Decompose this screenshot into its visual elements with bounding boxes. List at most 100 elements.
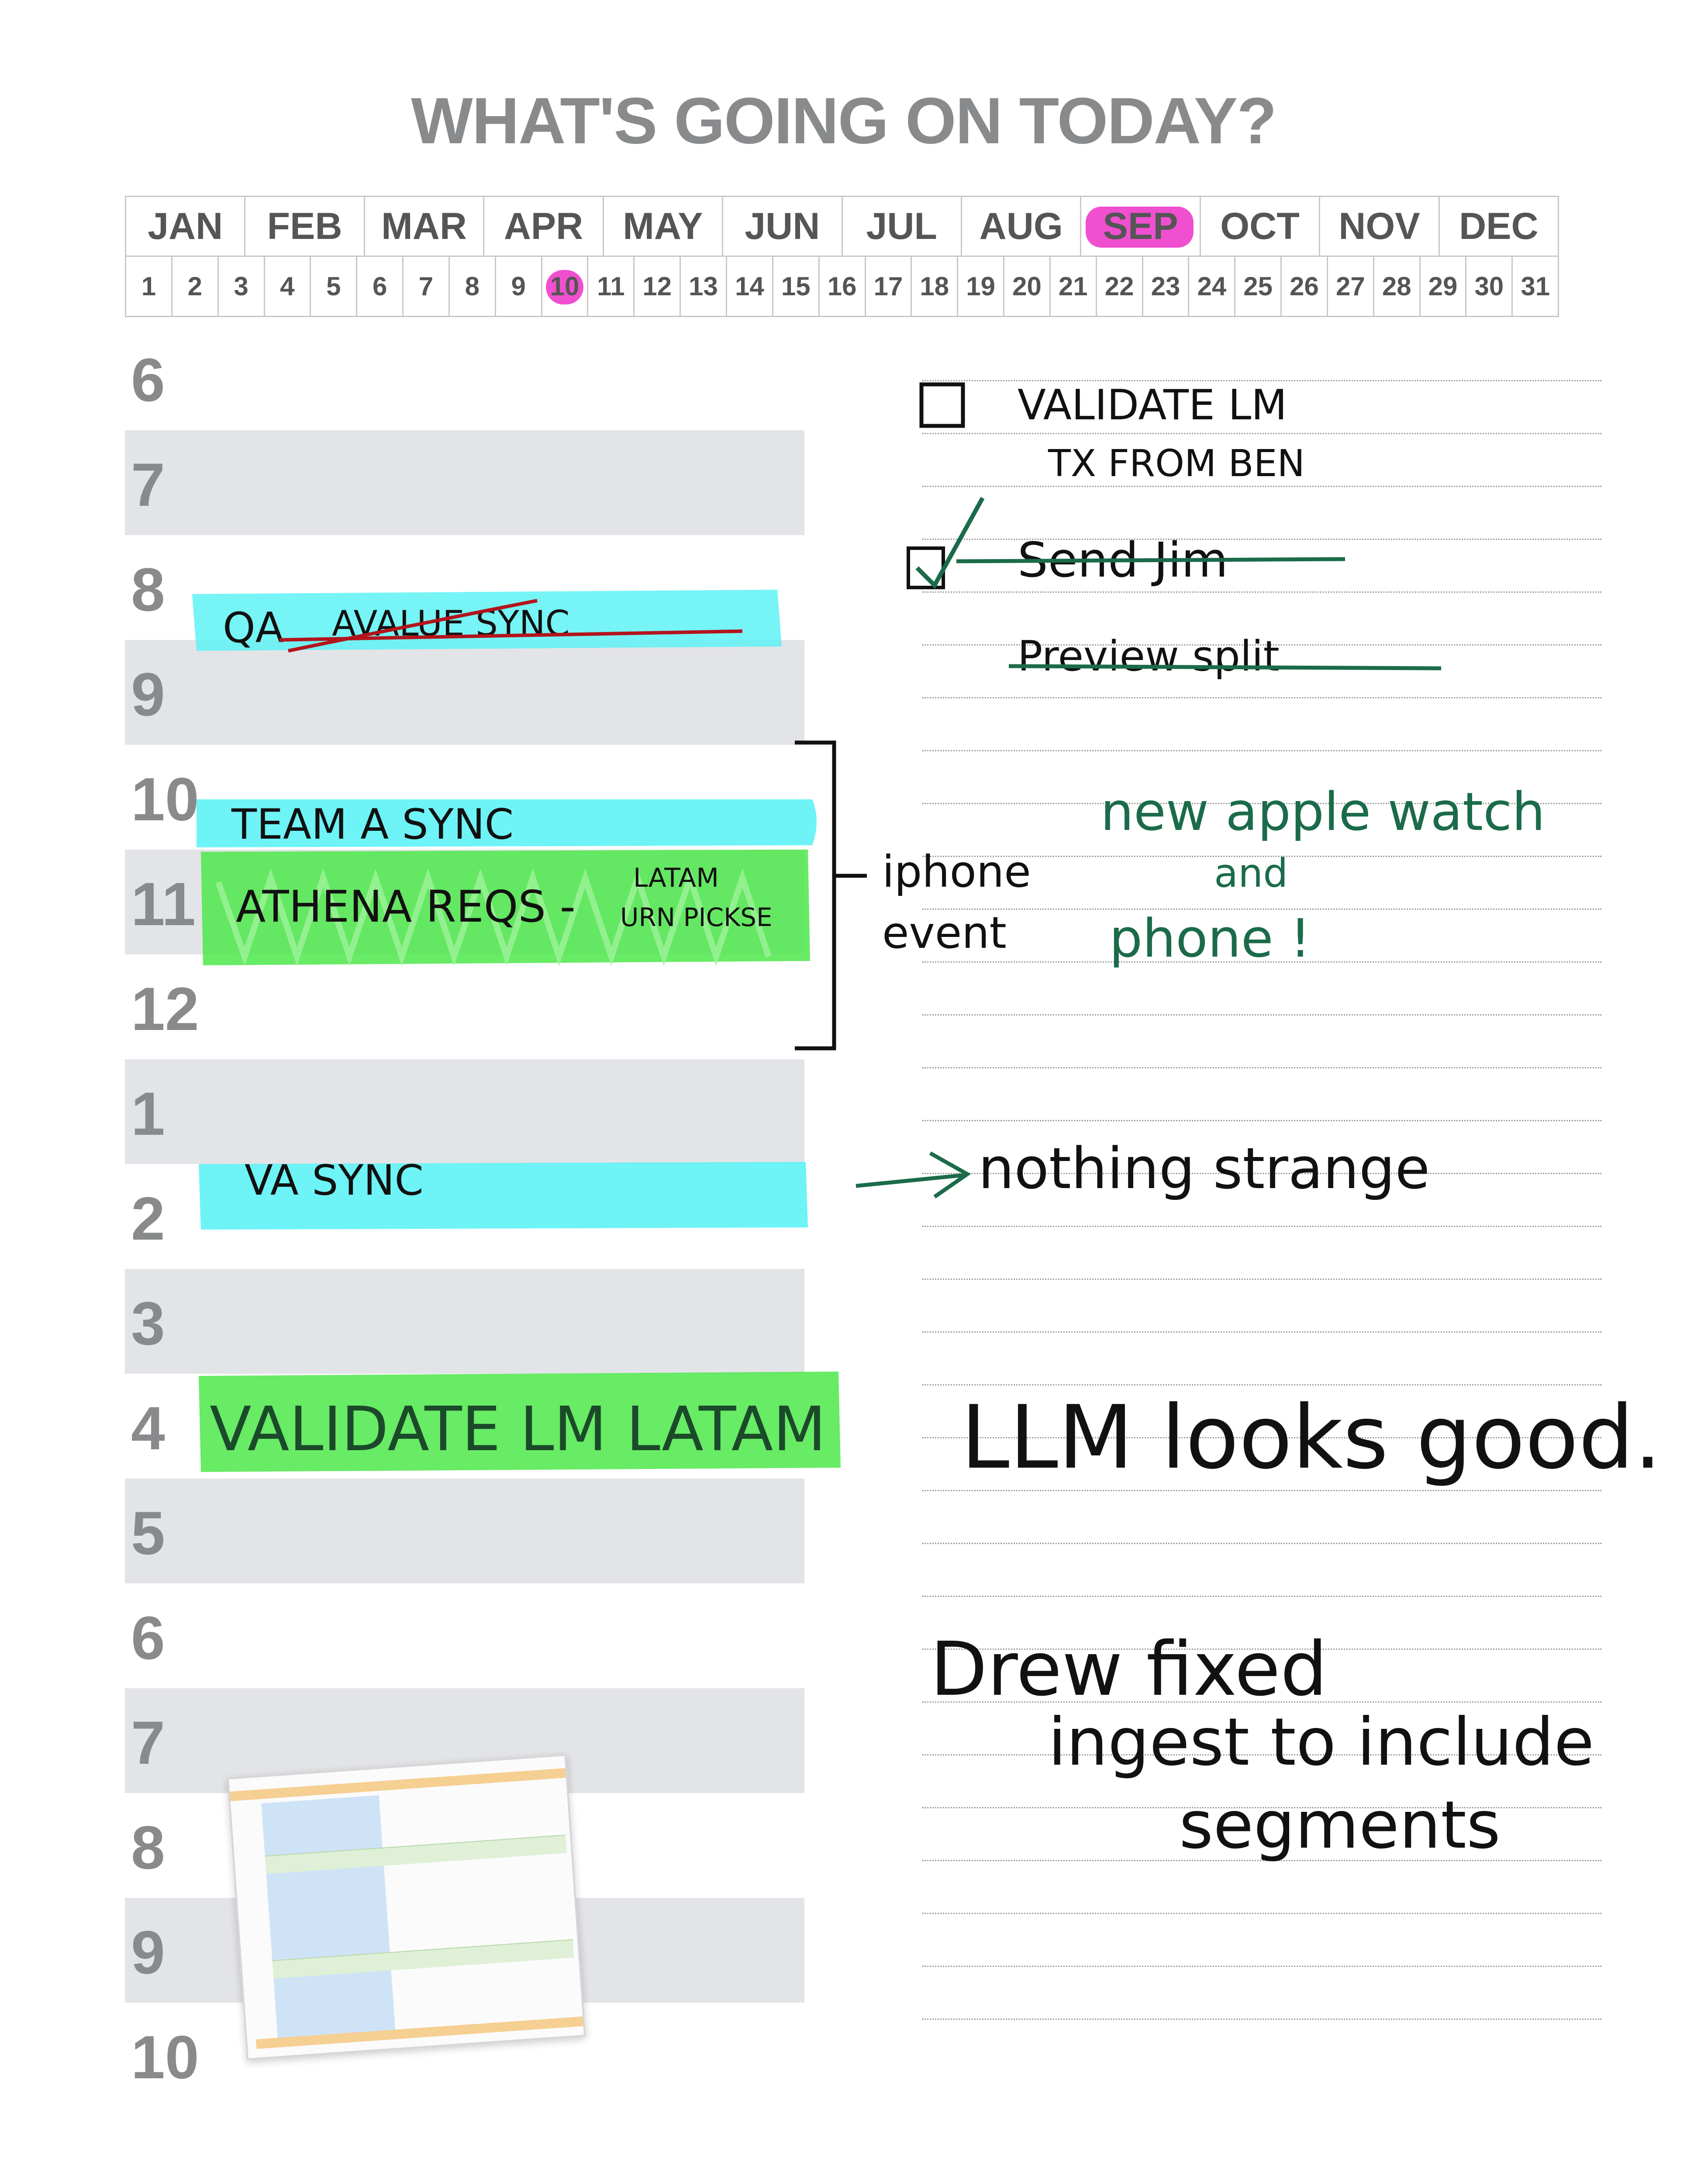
note-line xyxy=(922,1648,1601,1650)
day-1[interactable]: 1 xyxy=(126,257,172,316)
todo-checkbox xyxy=(919,382,965,428)
day-label: 17 xyxy=(873,272,903,301)
todo-2-strike xyxy=(956,557,1345,563)
note-line xyxy=(922,1014,1601,1016)
note-line xyxy=(922,1384,1601,1386)
todo-3: Preview split xyxy=(1018,632,1280,681)
day-label: 14 xyxy=(735,272,764,301)
day-label: 21 xyxy=(1058,272,1088,301)
day-label: 22 xyxy=(1104,272,1134,301)
day-3[interactable]: 3 xyxy=(219,257,265,316)
day-21[interactable]: 21 xyxy=(1051,257,1097,316)
day-selector: 1 2 3 4 5 6 7 8 9 10 11 12 13 14 15 16 17 18 19 20 21 22 23 24 2… xyxy=(125,257,1559,317)
hour-label: 5 xyxy=(131,1499,165,1567)
day-5[interactable]: 5 xyxy=(311,257,358,316)
day-27[interactable]: 27 xyxy=(1328,257,1374,316)
note-line xyxy=(922,1860,1601,1861)
month-label: AUG xyxy=(979,205,1063,247)
arrow xyxy=(856,1151,971,1199)
note-line xyxy=(922,2018,1601,2020)
day-14[interactable]: 14 xyxy=(727,257,773,316)
month-label: FEB xyxy=(267,205,342,247)
day-7[interactable]: 7 xyxy=(404,257,450,316)
note-line xyxy=(922,1966,1601,1967)
day-25[interactable]: 25 xyxy=(1235,257,1282,316)
hour-label: 10 xyxy=(131,765,199,833)
month-label: JUN xyxy=(745,205,820,247)
month-jun[interactable]: JUN xyxy=(723,197,843,256)
day-label: 16 xyxy=(827,272,857,301)
month-feb[interactable]: FEB xyxy=(245,197,365,256)
day-12[interactable]: 12 xyxy=(635,257,681,316)
day-label: 6 xyxy=(372,272,387,301)
month-selector: JAN FEB MAR APR MAY JUN JUL AUG SEP OCT NOV DEC xyxy=(125,196,1559,257)
day-label: 28 xyxy=(1382,272,1411,301)
hour-label: 6 xyxy=(131,1603,165,1672)
day-label: 31 xyxy=(1521,272,1550,301)
day-label: 18 xyxy=(920,272,949,301)
day-label: 13 xyxy=(689,272,718,301)
day-30[interactable]: 30 xyxy=(1466,257,1513,316)
month-nov[interactable]: NOV xyxy=(1320,197,1440,256)
month-may[interactable]: MAY xyxy=(604,197,724,256)
month-jan[interactable]: JAN xyxy=(126,197,246,256)
day-13[interactable]: 13 xyxy=(681,257,727,316)
day-23[interactable]: 23 xyxy=(1143,257,1190,316)
day-16[interactable]: 16 xyxy=(820,257,866,316)
day-label: 24 xyxy=(1197,272,1227,301)
day-9[interactable]: 9 xyxy=(496,257,542,316)
day-10[interactable]: 10 xyxy=(542,257,589,316)
note-line xyxy=(922,961,1601,963)
day-24[interactable]: 24 xyxy=(1189,257,1236,316)
month-mar[interactable]: MAR xyxy=(365,197,485,256)
day-19[interactable]: 19 xyxy=(958,257,1005,316)
day-label: 23 xyxy=(1151,272,1180,301)
month-jul[interactable]: JUL xyxy=(843,197,962,256)
month-apr[interactable]: APR xyxy=(484,197,604,256)
day-label: 7 xyxy=(418,272,434,301)
day-4[interactable]: 4 xyxy=(265,257,311,316)
calendar-screenshot-thumbnail xyxy=(227,1754,586,2060)
day-22[interactable]: 22 xyxy=(1097,257,1143,316)
hour-label: 7 xyxy=(131,1708,165,1777)
month-sep[interactable]: SEP xyxy=(1081,197,1201,256)
day-label: 19 xyxy=(966,272,995,301)
day-26[interactable]: 26 xyxy=(1282,257,1328,316)
day-28[interactable]: 28 xyxy=(1374,257,1421,316)
month-aug[interactable]: AUG xyxy=(962,197,1082,256)
day-label: 12 xyxy=(642,272,672,301)
day-31[interactable]: 31 xyxy=(1513,257,1558,316)
day-15[interactable]: 15 xyxy=(773,257,820,316)
hour-label: 6 xyxy=(131,346,165,414)
note-line xyxy=(922,1120,1601,1121)
day-label: 9 xyxy=(511,272,526,301)
note-line xyxy=(922,1754,1601,1755)
day-label: 8 xyxy=(465,272,480,301)
day-17[interactable]: 17 xyxy=(866,257,912,316)
note-line xyxy=(922,486,1601,487)
qa-strike xyxy=(279,629,743,642)
day-20[interactable]: 20 xyxy=(1004,257,1051,316)
day-11[interactable]: 11 xyxy=(588,257,635,316)
validate-text: VALIDATE LM LATAM xyxy=(210,1394,826,1465)
day-29[interactable]: 29 xyxy=(1421,257,1467,316)
note-line xyxy=(922,856,1601,857)
hour-band xyxy=(125,1479,804,1583)
month-label: MAY xyxy=(623,205,703,247)
day-label: 1 xyxy=(141,272,156,301)
month-dec[interactable]: DEC xyxy=(1440,197,1558,256)
day-18[interactable]: 18 xyxy=(912,257,959,316)
segments-text: segments xyxy=(1179,1787,1501,1863)
hour-band xyxy=(125,1059,804,1164)
day-2[interactable]: 2 xyxy=(172,257,219,316)
month-oct[interactable]: OCT xyxy=(1201,197,1321,256)
day-6[interactable]: 6 xyxy=(357,257,404,316)
note-line xyxy=(922,750,1601,751)
note-line xyxy=(922,1067,1601,1068)
month-label: APR xyxy=(504,205,583,247)
day-8[interactable]: 8 xyxy=(450,257,496,316)
team-a-text: TEAM A SYNC xyxy=(231,801,514,849)
todo-2: Send Jim xyxy=(1018,532,1228,588)
iphone-text: iphone xyxy=(882,846,1031,897)
event-text: event xyxy=(882,907,1007,958)
